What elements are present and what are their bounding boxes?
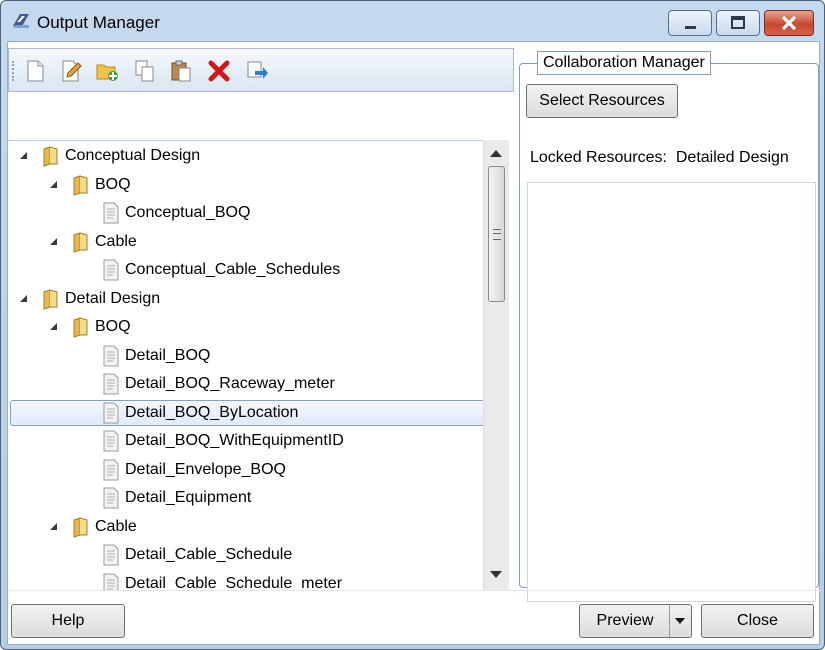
tree-node-label: BOQ: [95, 318, 131, 335]
add-folder-icon[interactable]: [95, 59, 119, 83]
tree-file-node[interactable]: Detail_Equipment: [8, 485, 483, 511]
tree-node-label: Detail_BOQ_ByLocation: [125, 403, 299, 421]
preview-dropdown-arrow-icon[interactable]: [669, 605, 691, 637]
toolbar: [8, 48, 514, 92]
tree-node-label: Conceptual_BOQ: [125, 204, 251, 221]
tree-node-label: Detail Design: [65, 289, 161, 307]
tree-node-label: Detail_Cable_Schedule: [125, 546, 293, 563]
folder-icon: [43, 288, 58, 310]
document-icon: [103, 459, 119, 480]
locked-resources-label: Locked Resources:: [530, 149, 667, 166]
expand-arrow-icon[interactable]: [20, 294, 27, 302]
tree-node-label: Detail_BOQ_Raceway_meter: [125, 375, 335, 392]
copy-icon[interactable]: [133, 59, 157, 83]
minimize-button[interactable]: [668, 10, 712, 36]
tree-node-label: Detail_BOQ: [125, 346, 211, 364]
edit-icon[interactable]: [59, 59, 83, 83]
tree-file-node[interactable]: Detail_Cable_Schedule_meter: [8, 571, 483, 592]
expand-arrow-icon[interactable]: [50, 237, 57, 245]
delete-icon[interactable]: [207, 59, 231, 83]
output-manager-window: Output Manager Conceptual Design BOQ Con…: [0, 0, 825, 650]
help-button[interactable]: Help: [11, 604, 125, 638]
document-icon: [103, 259, 119, 281]
tree-file-node[interactable]: Detail_BOQ_ByLocation: [8, 400, 483, 426]
folder-icon: [43, 146, 58, 167]
title-bar[interactable]: Output Manager: [1, 1, 824, 41]
tree-folder-node[interactable]: Conceptual Design: [8, 143, 483, 169]
tree-file-node[interactable]: Detail_BOQ_Raceway_meter: [8, 371, 483, 397]
tree-node-label: BOQ: [95, 175, 131, 193]
tree-node-label: Cable: [95, 517, 137, 535]
tree-folder-node[interactable]: Detail Design: [8, 286, 483, 312]
tree-node-label: Conceptual_Cable_Schedules: [125, 261, 341, 278]
select-resources-button[interactable]: Select Resources: [526, 84, 678, 118]
close-icon: [781, 15, 797, 31]
document-icon: [103, 202, 119, 224]
document-icon: [103, 402, 119, 423]
document-icon: [103, 573, 119, 591]
footer-separator: [8, 590, 821, 591]
tree-folder-node[interactable]: Cable: [8, 514, 483, 540]
folder-icon: [73, 174, 88, 196]
document-icon: [103, 487, 119, 509]
close-window-button[interactable]: [764, 10, 814, 36]
tree-folder-node[interactable]: Cable: [8, 229, 483, 255]
output-tree[interactable]: Conceptual Design BOQ Conceptual_BOQ Cable C…: [8, 140, 508, 591]
tree-folder-node[interactable]: BOQ: [8, 172, 483, 198]
collaboration-manager-group: Collaboration Manager Select Resources L…: [519, 51, 819, 602]
tree-folder-node[interactable]: BOQ: [8, 314, 483, 340]
expand-arrow-icon[interactable]: [50, 180, 57, 188]
preview-button-label[interactable]: Preview: [580, 605, 670, 637]
tree-scrollbar[interactable]: [483, 140, 509, 590]
expand-arrow-icon[interactable]: [20, 152, 27, 159]
maximize-button[interactable]: [716, 10, 760, 36]
folder-icon: [73, 516, 88, 538]
export-icon[interactable]: [245, 59, 269, 83]
scroll-grip-icon: [493, 229, 501, 240]
locked-resources-value: Detailed Design: [675, 149, 789, 166]
tree-file-node[interactable]: Detail_Envelope_BOQ: [8, 457, 483, 483]
locked-resources-list[interactable]: [527, 182, 816, 602]
expand-arrow-icon[interactable]: [50, 522, 57, 530]
minimize-icon: [685, 26, 696, 29]
scroll-up-icon[interactable]: [490, 150, 502, 157]
tree-node-label: Detail_Envelope_BOQ: [125, 460, 286, 478]
collaboration-manager-legend: Collaboration Manager: [537, 51, 711, 75]
document-icon: [103, 345, 119, 366]
tree-file-node[interactable]: Conceptual_Cable_Schedules: [8, 257, 483, 283]
window-title: Output Manager: [37, 13, 160, 32]
app-icon: [13, 14, 29, 28]
folder-icon: [73, 317, 88, 338]
folder-icon: [73, 231, 88, 253]
preview-split-button[interactable]: Preview: [579, 604, 692, 638]
document-icon: [103, 544, 119, 566]
tree-node-label: Detail_Cable_Schedule_meter: [125, 574, 343, 592]
document-icon: [103, 373, 119, 395]
tree-file-node[interactable]: Detail_Cable_Schedule: [8, 542, 483, 568]
locked-resources: Locked Resources: Detailed Design: [530, 149, 789, 167]
scroll-thumb[interactable]: [488, 166, 505, 302]
new-file-icon[interactable]: [23, 59, 47, 83]
maximize-icon: [731, 16, 745, 29]
tree-file-node[interactable]: Detail_BOQ_WithEquipmentID: [8, 428, 483, 454]
paste-icon[interactable]: [169, 59, 193, 83]
client-area: Conceptual Design BOQ Conceptual_BOQ Cable C…: [7, 41, 821, 645]
tree-node-label: Detail_Equipment: [125, 489, 252, 506]
tree-node-label: Cable: [95, 232, 137, 250]
tree-file-node[interactable]: Detail_BOQ: [8, 343, 483, 369]
expand-arrow-icon[interactable]: [50, 323, 57, 330]
toolbar-grip[interactable]: [12, 61, 17, 81]
document-icon: [103, 430, 119, 452]
close-button[interactable]: Close: [701, 604, 814, 638]
tree-node-label: Conceptual Design: [65, 147, 201, 164]
scroll-down-icon[interactable]: [490, 571, 502, 578]
tree-node-label: Detail_BOQ_WithEquipmentID: [125, 432, 344, 449]
tree-file-node[interactable]: Conceptual_BOQ: [8, 200, 483, 226]
